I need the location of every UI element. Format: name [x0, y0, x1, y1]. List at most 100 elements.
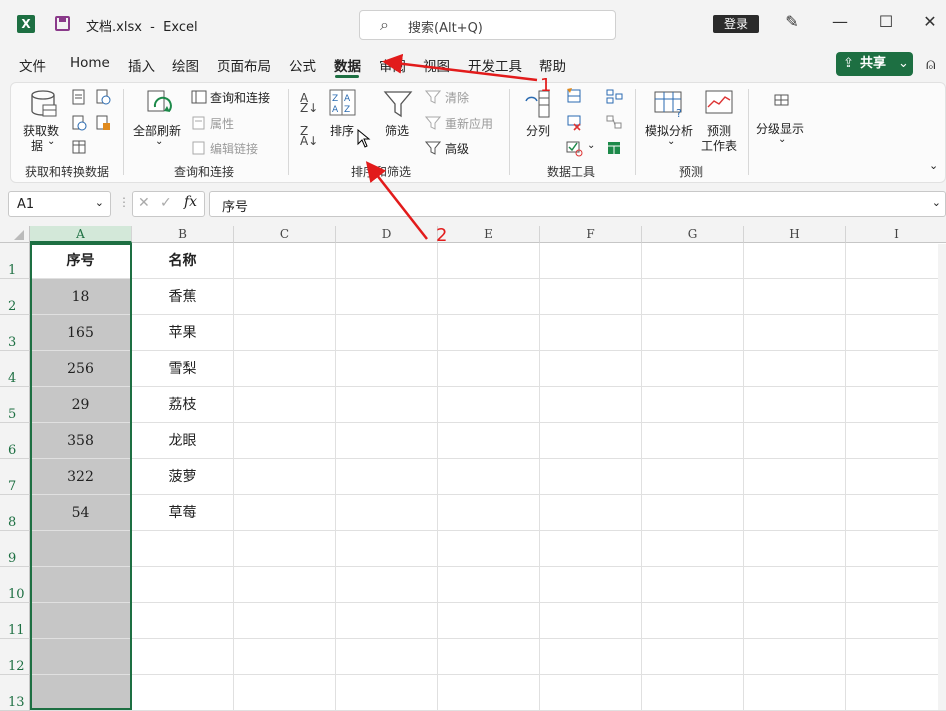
row-header[interactable]: 8	[0, 495, 30, 531]
flash-fill-icon[interactable]	[565, 87, 583, 105]
cell-c13[interactable]	[234, 675, 336, 711]
login-button[interactable]: 登录	[713, 15, 759, 33]
cell-f4[interactable]	[540, 351, 642, 387]
cell-d7[interactable]	[336, 459, 438, 495]
cell-e5[interactable]	[438, 387, 540, 423]
cell-a13[interactable]	[30, 675, 132, 711]
cell-h2[interactable]	[744, 279, 846, 315]
cell-i4[interactable]	[846, 351, 946, 387]
cell-e2[interactable]	[438, 279, 540, 315]
collapse-ribbon-icon[interactable]: ⌄	[929, 159, 938, 172]
cancel-icon[interactable]: ✕	[138, 195, 150, 211]
cell-g4[interactable]	[642, 351, 744, 387]
cell-c5[interactable]	[234, 387, 336, 423]
cell-h13[interactable]	[744, 675, 846, 711]
cell-c6[interactable]	[234, 423, 336, 459]
tab-draw[interactable]: 绘图	[172, 55, 199, 75]
column-header-b[interactable]: B	[132, 226, 234, 243]
save-icon[interactable]	[55, 16, 70, 31]
row-header[interactable]: 9	[0, 531, 30, 567]
cell-d4[interactable]	[336, 351, 438, 387]
reapply-button[interactable]: 重新应用	[445, 115, 493, 132]
relationships-icon[interactable]	[605, 113, 623, 131]
cell-f2[interactable]	[540, 279, 642, 315]
clear-button[interactable]: 清除	[445, 89, 469, 106]
cell-e12[interactable]	[438, 639, 540, 675]
tab-file[interactable]: 文件	[19, 55, 46, 75]
cell-f6[interactable]	[540, 423, 642, 459]
cell-a2[interactable]: 18	[30, 279, 132, 315]
cell-e4[interactable]	[438, 351, 540, 387]
cell-i11[interactable]	[846, 603, 946, 639]
cell-i5[interactable]	[846, 387, 946, 423]
cell-b6[interactable]: 龙眼	[132, 423, 234, 459]
cell-c7[interactable]	[234, 459, 336, 495]
row-header[interactable]: 5	[0, 387, 30, 423]
get-data-label-2[interactable]: 据	[31, 137, 43, 154]
cell-g8[interactable]	[642, 495, 744, 531]
cell-e8[interactable]	[438, 495, 540, 531]
column-header-g[interactable]: G	[642, 226, 744, 243]
cell-b11[interactable]	[132, 603, 234, 639]
row-header[interactable]: 4	[0, 351, 30, 387]
column-header-f[interactable]: F	[540, 226, 642, 243]
cell-c11[interactable]	[234, 603, 336, 639]
cell-h1[interactable]	[744, 243, 846, 279]
column-header-h[interactable]: H	[744, 226, 846, 243]
row-header[interactable]: 3	[0, 315, 30, 351]
data-model-icon[interactable]	[605, 139, 623, 157]
cell-h9[interactable]	[744, 531, 846, 567]
cell-g11[interactable]	[642, 603, 744, 639]
queries-connections-button[interactable]: 查询和连接	[210, 89, 270, 106]
cell-e7[interactable]	[438, 459, 540, 495]
edit-links-button[interactable]: 编辑链接	[210, 140, 258, 157]
cell-b1[interactable]: 名称	[132, 243, 234, 279]
cell-b4[interactable]: 雪梨	[132, 351, 234, 387]
row-header[interactable]: 7	[0, 459, 30, 495]
column-header-e[interactable]: E	[438, 226, 540, 243]
cell-a3[interactable]: 165	[30, 315, 132, 351]
cell-d11[interactable]	[336, 603, 438, 639]
cell-d13[interactable]	[336, 675, 438, 711]
tab-home[interactable]: Home	[70, 55, 110, 71]
cell-h6[interactable]	[744, 423, 846, 459]
cell-e9[interactable]	[438, 531, 540, 567]
cell-i6[interactable]	[846, 423, 946, 459]
cell-f11[interactable]	[540, 603, 642, 639]
recent-sources-icon[interactable]	[95, 89, 111, 105]
tab-view[interactable]: 视图	[423, 55, 450, 75]
cell-b8[interactable]: 草莓	[132, 495, 234, 531]
cell-b2[interactable]: 香蕉	[132, 279, 234, 315]
remove-duplicates-icon[interactable]	[565, 113, 583, 131]
cell-g2[interactable]	[642, 279, 744, 315]
cell-a9[interactable]	[30, 531, 132, 567]
cell-b5[interactable]: 荔枝	[132, 387, 234, 423]
minimize-button[interactable]: —	[828, 12, 852, 31]
cell-d2[interactable]	[336, 279, 438, 315]
cell-f9[interactable]	[540, 531, 642, 567]
search-box[interactable]: ⌕ 搜索(Alt+Q)	[359, 10, 616, 40]
cell-c3[interactable]	[234, 315, 336, 351]
cell-i13[interactable]	[846, 675, 946, 711]
cell-f8[interactable]	[540, 495, 642, 531]
cell-g10[interactable]	[642, 567, 744, 603]
from-text-icon[interactable]	[71, 89, 87, 105]
row-header[interactable]: 10	[0, 567, 30, 603]
cell-g3[interactable]	[642, 315, 744, 351]
sort-a-to-z-icon[interactable]: A Z↓	[300, 92, 318, 114]
cell-h7[interactable]	[744, 459, 846, 495]
cell-g5[interactable]	[642, 387, 744, 423]
existing-connections-icon[interactable]	[95, 115, 111, 131]
cell-e1[interactable]	[438, 243, 540, 279]
cell-f5[interactable]	[540, 387, 642, 423]
tab-formulas[interactable]: 公式	[289, 55, 316, 75]
column-header-c[interactable]: C	[234, 226, 336, 243]
cell-i8[interactable]	[846, 495, 946, 531]
from-web-icon[interactable]	[71, 115, 87, 131]
properties-button[interactable]: 属性	[210, 115, 234, 132]
cell-h12[interactable]	[744, 639, 846, 675]
cell-i1[interactable]	[846, 243, 946, 279]
cell-c9[interactable]	[234, 531, 336, 567]
tab-data[interactable]: 数据	[334, 55, 361, 75]
text-to-columns-button[interactable]: 分列	[526, 122, 550, 139]
